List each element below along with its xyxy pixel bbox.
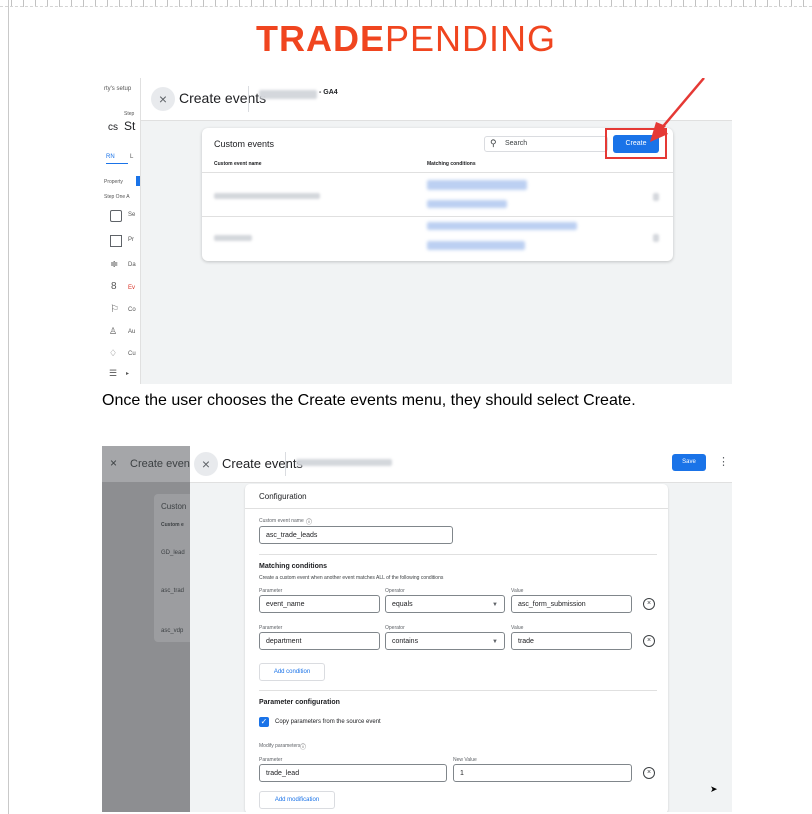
events-icon: 8 (111, 281, 117, 292)
create-events-panel: × Create events Save ⋮ Configuration Cus… (190, 446, 732, 812)
calendar-icon (110, 235, 122, 247)
value-field[interactable]: trade (511, 632, 632, 650)
operator-select[interactable]: contains ▼ (385, 632, 505, 650)
panel-header: × Create events Save ⋮ (190, 446, 732, 483)
document-ruler (0, 0, 812, 7)
back-close-icon: × (110, 456, 118, 470)
column-header-name: Custom event name (214, 161, 262, 167)
new-value-field[interactable]: 1 (453, 764, 632, 782)
add-condition-button[interactable]: Add condition (259, 663, 325, 681)
mouse-cursor-icon: ➤ (710, 784, 718, 794)
page-margin-line (8, 0, 9, 814)
dropdown-caret-icon: ▼ (492, 602, 498, 608)
data-stream-icon: ≑ (110, 259, 119, 270)
remove-condition-icon[interactable]: × (643, 635, 655, 647)
ga-left-nav: rty's setup Step cs St RN L Property Ste… (102, 78, 141, 384)
redacted-property-name (259, 90, 317, 99)
value-field[interactable]: asc_form_submission (511, 595, 632, 613)
configuration-card: Configuration Custom event name ⓘ asc_tr… (245, 484, 668, 812)
custom-events-card: Custom events ⚲ Search Create Custom eve… (202, 128, 673, 261)
card-title: Custom events (214, 139, 275, 149)
database-icon: ☰ (109, 368, 118, 378)
remove-condition-icon[interactable]: × (643, 598, 655, 610)
parameter-field[interactable]: department (259, 632, 380, 650)
audience-icon: ♙ (109, 326, 118, 336)
tradepending-logo: TRADEPENDING (255, 18, 557, 59)
operator-select[interactable]: equals ▼ (385, 595, 505, 613)
config-title: Configuration (259, 492, 307, 501)
close-icon[interactable]: × (194, 452, 218, 476)
help-icon[interactable]: ⓘ (306, 517, 312, 526)
expand-caret-icon: ▸ (126, 371, 130, 377)
column-header-conditions: Matching conditions (427, 161, 476, 167)
screenshot-create-events-list: rty's setup Step cs St RN L Property Ste… (102, 78, 732, 384)
background-page: × Create event Custon Custom e GD_lead a… (102, 446, 193, 812)
search-icon: ⚲ (490, 138, 497, 148)
flag-icon: ⚐ (110, 304, 119, 315)
save-button[interactable]: Save (672, 454, 706, 471)
remove-modification-icon[interactable]: × (643, 767, 655, 779)
screenshot-create-event-config: × Create event Custon Custom e GD_lead a… (102, 446, 732, 812)
search-input[interactable]: ⚲ Search (484, 136, 608, 152)
instruction-caption: Once the user chooses the Create events … (102, 392, 636, 409)
copy-params-checkbox[interactable]: ✓ (259, 717, 269, 727)
close-icon[interactable]: × (151, 87, 175, 111)
custom-definitions-icon: ♢ (109, 348, 118, 358)
red-arrow (650, 78, 705, 142)
settings-check-icon (110, 210, 122, 222)
dropdown-caret-icon: ▼ (492, 639, 498, 645)
redacted-property-name (296, 459, 392, 466)
event-name-field[interactable]: asc_trade_leads (259, 526, 453, 544)
modify-parameter-field[interactable]: trade_lead (259, 764, 447, 782)
panel-title: Create events (222, 456, 303, 471)
more-options-icon[interactable]: ⋮ (718, 455, 729, 468)
add-modification-button[interactable]: Add modification (259, 791, 335, 809)
parameter-field[interactable]: event_name (259, 595, 380, 613)
help-icon[interactable]: ⓘ (300, 742, 306, 751)
panel-title: Create events (179, 90, 267, 106)
